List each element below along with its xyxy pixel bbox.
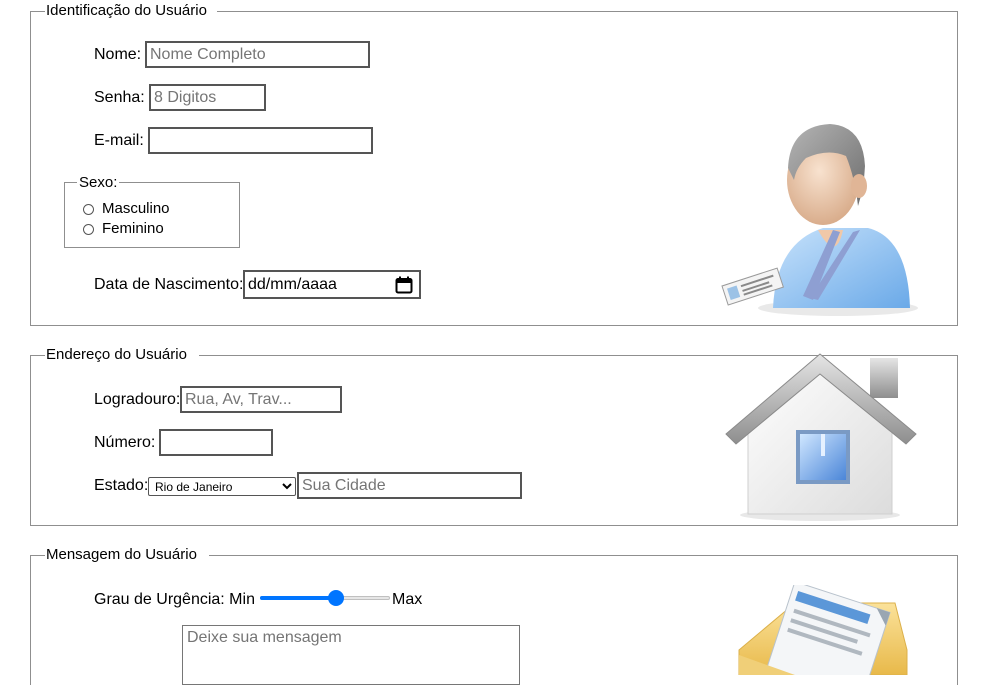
endereco-legend: Endereço do Usuário	[45, 346, 188, 363]
nome-input[interactable]	[145, 41, 370, 68]
sexo-fieldset: Sexo: Masculino Feminino	[64, 174, 240, 248]
nascimento-date-input[interactable]: dd/mm/aaaa	[243, 270, 421, 299]
mensagem-legend: Mensagem do Usuário	[45, 546, 198, 563]
cidade-input[interactable]	[297, 472, 522, 499]
nascimento-date-value: dd/mm/aaaa	[248, 275, 337, 293]
radio-feminino-label: Feminino	[102, 220, 164, 237]
urgencia-slider[interactable]	[260, 590, 390, 606]
radio-masculino[interactable]: Masculino	[83, 200, 170, 218]
identificacao-legend: Identificação do Usuário	[45, 2, 208, 19]
radio-masculino-label: Masculino	[102, 200, 170, 217]
urgencia-label: Grau de Urgência: Min	[94, 591, 255, 608]
email-label: E-mail:	[94, 132, 144, 149]
urgencia-max-label: Max	[392, 591, 423, 608]
mensagem-textarea[interactable]	[182, 625, 520, 685]
house-icon	[720, 352, 920, 527]
senha-input[interactable]	[149, 84, 266, 111]
logradouro-input[interactable]	[180, 386, 342, 413]
urgencia-slider-fill	[260, 596, 336, 600]
user-badge-icon	[718, 118, 923, 328]
radio-feminino[interactable]: Feminino	[83, 220, 164, 238]
estado-label: Estado:	[94, 477, 149, 494]
nascimento-label: Data de Nascimento:	[94, 276, 244, 293]
estado-select[interactable]: Rio de Janeiro	[148, 477, 296, 496]
senha-label: Senha:	[94, 89, 145, 106]
radio-button[interactable]	[83, 203, 94, 215]
numero-input[interactable]	[159, 429, 273, 456]
urgencia-slider-thumb[interactable]	[328, 590, 344, 606]
nome-label: Nome:	[94, 46, 142, 63]
radio-button[interactable]	[83, 223, 94, 235]
email-input[interactable]	[148, 127, 373, 154]
logradouro-label: Logradouro:	[94, 391, 181, 408]
calendar-icon[interactable]	[395, 276, 413, 299]
numero-label: Número:	[94, 434, 156, 451]
sexo-legend: Sexo:	[77, 174, 120, 191]
